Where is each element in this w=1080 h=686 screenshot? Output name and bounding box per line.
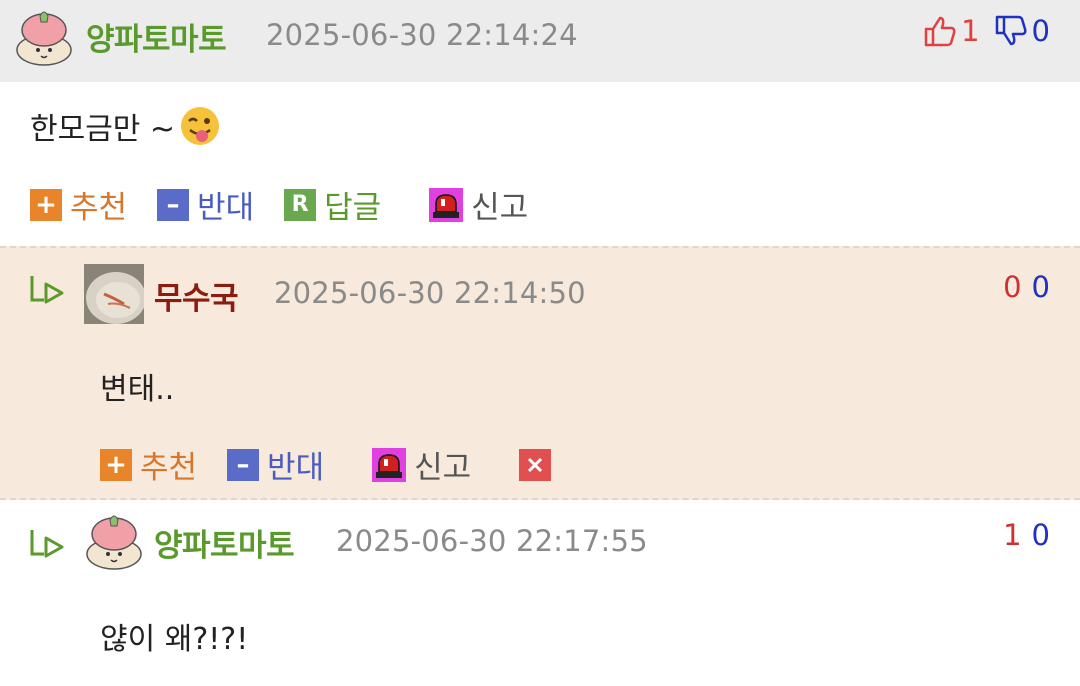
upvote-count: 1 (961, 14, 980, 48)
plus-icon: + (100, 448, 132, 481)
minus-icon: – (227, 448, 260, 481)
vote-counts: 0 0 (1003, 270, 1050, 304)
report-label: 신고 (414, 450, 472, 486)
plus-icon: + (30, 188, 62, 221)
upvote-count: 0 (1003, 270, 1022, 304)
username[interactable]: 양파토마토 (154, 520, 295, 565)
reply-arrow-icon (30, 530, 64, 558)
comment-text: 변태.. (100, 372, 175, 407)
comment-3-reply: 양파토마토 2025-06-30 22:17:55 1 0 얂이 왜?!?! (0, 500, 1080, 686)
oppose-button[interactable]: – 반대 (157, 182, 254, 227)
comment-2-reply: 무수국 2025-06-30 22:14:50 0 0 변태.. + 추천 – … (0, 246, 1080, 500)
delete-button[interactable] (519, 448, 552, 481)
comment-header: 양파토마토 2025-06-30 22:14:24 1 0 (0, 0, 1080, 82)
report-button[interactable]: 신고 (429, 182, 528, 227)
comment-body: 한모금만 ~ + 추천 – 반대 R 답글 신고 (0, 82, 1080, 246)
timestamp: 2025-06-30 22:14:50 (274, 276, 586, 310)
oppose-label: 반대 (267, 450, 325, 486)
thumbs-down-icon[interactable] (994, 15, 1028, 47)
recommend-button[interactable]: + 추천 (30, 182, 127, 227)
recommend-label: 추천 (70, 190, 128, 226)
timestamp: 2025-06-30 22:14:24 (266, 18, 578, 52)
report-label: 신고 (471, 190, 529, 226)
comment-content: 한모금만 ~ (30, 104, 221, 148)
downvote-count: 0 (1031, 518, 1050, 552)
siren-icon (429, 187, 464, 222)
reply-r-icon: R (284, 188, 317, 221)
timestamp: 2025-06-30 22:17:55 (336, 524, 648, 558)
reply-arrow-icon (30, 276, 64, 304)
oppose-label: 반대 (197, 190, 255, 226)
winking-tongue-emoji-icon (181, 107, 220, 145)
soup-photo-avatar[interactable] (84, 264, 144, 324)
comment-text: 한모금만 ~ (30, 112, 176, 147)
comment-text: 얂이 왜?!?! (100, 622, 249, 657)
recommend-label: 추천 (140, 450, 198, 486)
oppose-button[interactable]: – 반대 (227, 442, 324, 487)
downvote-count: 0 (1031, 270, 1050, 304)
recommend-button[interactable]: + 추천 (100, 442, 197, 487)
delete-x-icon (528, 457, 543, 472)
vote-counts: 1 0 (1003, 518, 1050, 552)
comment-1: 양파토마토 2025-06-30 22:14:24 1 0 한모금만 ~ + 추… (0, 0, 1080, 246)
siren-icon (372, 447, 407, 482)
vote-counts: 1 0 (923, 14, 1050, 48)
username[interactable]: 양파토마토 (86, 14, 227, 59)
comment-actions: + 추천 – 반대 R 답글 신고 (30, 182, 558, 227)
minus-icon: – (157, 188, 190, 221)
comment-actions: + 추천 – 반대 신고 (100, 442, 552, 487)
username[interactable]: 무수국 (154, 273, 239, 318)
thumbs-up-icon[interactable] (923, 15, 957, 47)
onion-avatar[interactable] (14, 8, 74, 68)
upvote-count: 1 (1003, 518, 1022, 552)
downvote-count: 0 (1031, 14, 1050, 48)
reply-label: 답글 (324, 190, 382, 226)
reply-button[interactable]: R 답글 (284, 182, 381, 227)
onion-avatar[interactable] (84, 512, 144, 572)
report-button[interactable]: 신고 (372, 442, 471, 487)
